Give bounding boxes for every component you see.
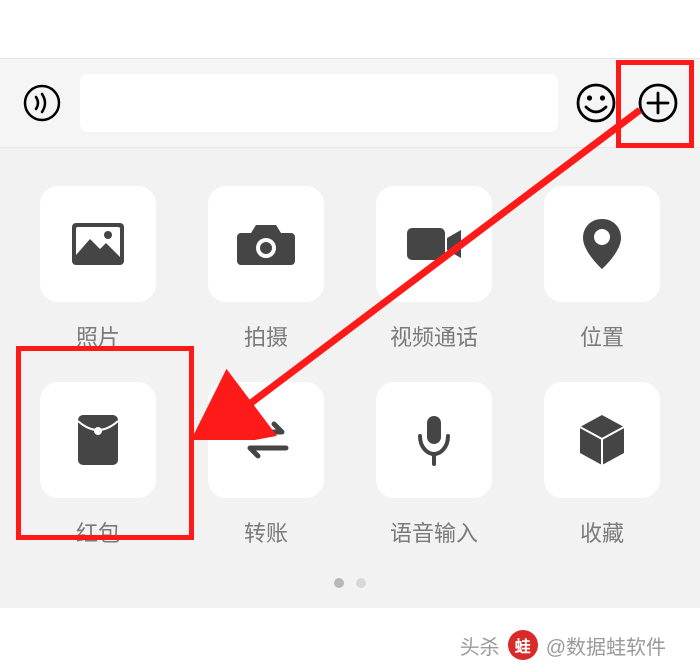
plus-button[interactable] — [634, 79, 682, 127]
microphone-icon — [414, 414, 454, 466]
grid-item-favorites[interactable]: 收藏 — [528, 382, 676, 548]
smiley-icon — [575, 82, 617, 124]
chat-input-bar — [0, 58, 700, 148]
grid-item-video-call[interactable]: 视频通话 — [360, 186, 508, 352]
sound-wave-icon — [22, 83, 62, 123]
attachment-grid: 照片 拍摄 视频通话 — [24, 186, 676, 548]
cube-icon — [577, 413, 627, 467]
grid-label: 位置 — [580, 320, 624, 352]
voice-toggle-button[interactable] — [18, 79, 66, 127]
favorites-tile — [544, 382, 660, 498]
page-indicator — [24, 578, 676, 588]
camera-icon — [237, 221, 295, 267]
grid-item-photo[interactable]: 照片 — [24, 186, 172, 352]
grid-item-transfer[interactable]: 转账 — [192, 382, 340, 548]
watermark-handle: @数据蛙软件 — [546, 631, 666, 660]
photo-tile — [40, 186, 156, 302]
grid-item-red-packet[interactable]: 红包 — [24, 382, 172, 548]
video-camera-icon — [405, 224, 463, 264]
transfer-tile — [208, 382, 324, 498]
top-spacer — [0, 0, 700, 58]
grid-label: 照片 — [76, 320, 120, 352]
attachment-panel: 照片 拍摄 视频通话 — [0, 148, 700, 608]
camera-tile — [208, 186, 324, 302]
grid-label: 收藏 — [580, 516, 624, 548]
red-packet-tile — [40, 382, 156, 498]
grid-item-camera[interactable]: 拍摄 — [192, 186, 340, 352]
grid-label: 红包 — [76, 516, 120, 548]
pager-dot — [356, 578, 366, 588]
location-pin-icon — [581, 217, 623, 271]
transfer-arrows-icon — [238, 420, 294, 460]
pager-dot-active — [334, 578, 344, 588]
watermark-avatar-icon: 蛙 — [508, 630, 538, 660]
grid-label: 语音输入 — [390, 516, 478, 548]
grid-label: 视频通话 — [390, 320, 478, 352]
message-input[interactable] — [80, 74, 558, 132]
grid-item-voice-input[interactable]: 语音输入 — [360, 382, 508, 548]
watermark: 头杀 蛙 @数据蛙软件 — [460, 630, 666, 660]
video-call-tile — [376, 186, 492, 302]
grid-label: 转账 — [244, 516, 288, 548]
emoji-button[interactable] — [572, 79, 620, 127]
red-packet-icon — [76, 413, 120, 467]
watermark-prefix: 头杀 — [460, 631, 500, 660]
grid-label: 拍摄 — [244, 320, 288, 352]
location-tile — [544, 186, 660, 302]
plus-icon — [637, 82, 679, 124]
voice-input-tile — [376, 382, 492, 498]
grid-item-location[interactable]: 位置 — [528, 186, 676, 352]
photo-icon — [70, 221, 126, 267]
